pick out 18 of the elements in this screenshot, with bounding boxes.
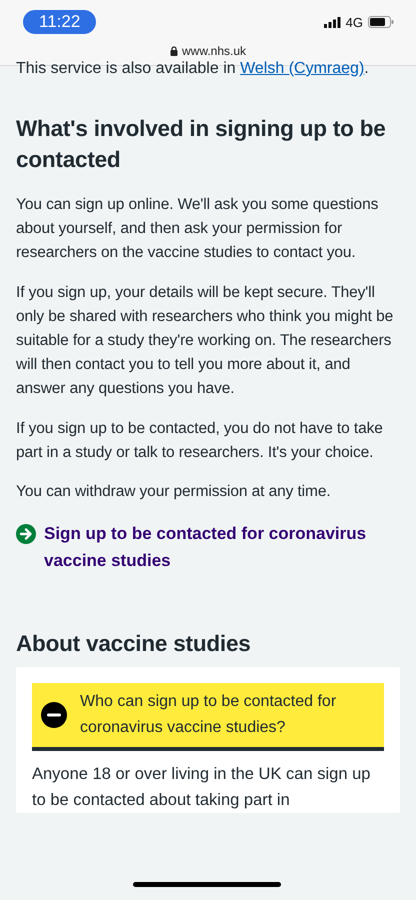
paragraph: If you sign up to be contacted, you do not have to take part in a study or talk to researchers. It's your choice. — [16, 418, 384, 463]
paragraph: If you sign up, your details will be kept secure. They'll only be shared with researchers who think you might be suitable for a study they're working on. The researchers will then contact you to tell you more about it, and answer any questions you have. — [16, 282, 394, 400]
accordion-toggle[interactable]: Who can sign up to be contacted for coronavirus vaccine studies? — [32, 683, 384, 752]
clock-time: 11:22 — [23, 10, 96, 34]
intro-text: This service is also available in Welsh (Cymraeg). — [16, 59, 370, 79]
network-label: 4G — [346, 14, 363, 30]
section-heading: About vaccine studies — [16, 630, 252, 658]
signal-icon — [324, 16, 341, 28]
battery-icon — [368, 16, 394, 28]
minus-icon — [40, 701, 68, 730]
paragraph: You can sign up online. We'll ask you some questions about yourself, and then ask your permission for researchers on the vaccine studies to contact you. — [16, 195, 380, 264]
accordion-text: Anyone 18 or over living in the UK can sign up to be contacted about taking part in — [32, 764, 372, 812]
welsh-link[interactable]: Welsh (Cymraeg) — [240, 60, 364, 77]
lock-icon — [170, 46, 178, 56]
section-heading: What's involved in signing up to be contacted — [16, 115, 387, 174]
paragraph: You can withdraw your permission at any time. — [16, 482, 332, 502]
url-text[interactable]: www.nhs.uk — [182, 44, 246, 58]
sign-up-link[interactable]: Sign up to be contacted for coronavirus vaccine studies — [16, 520, 400, 574]
